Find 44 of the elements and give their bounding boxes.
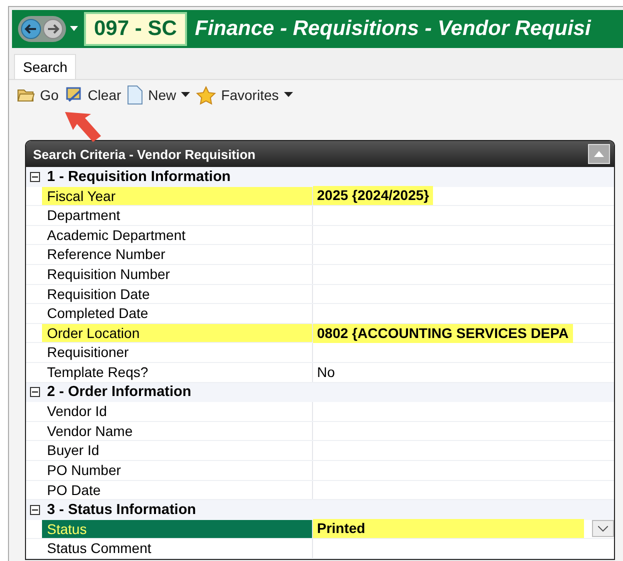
eraser-icon — [64, 86, 83, 104]
module-code: 097 - SC — [84, 12, 187, 46]
field-label[interactable]: Status — [42, 520, 313, 538]
up-arrow-icon — [594, 151, 604, 157]
folder-icon — [17, 87, 35, 103]
field-label[interactable]: Template Reqs? — [42, 362, 313, 382]
chevron-down-icon — [598, 526, 608, 532]
field-value[interactable]: 2025 {2024/2025} — [313, 186, 434, 206]
caret-icon — [284, 92, 293, 98]
field-label[interactable]: PO Number — [42, 460, 313, 480]
field-label[interactable]: Status Comment — [42, 539, 313, 558]
field-label[interactable]: Vendor Name — [42, 422, 313, 440]
field-label[interactable]: Academic Department — [42, 226, 313, 244]
field-label[interactable]: Requisitioner — [42, 343, 313, 362]
caret-icon — [181, 92, 190, 98]
collapse-icon[interactable] — [30, 172, 40, 182]
dropdown-button[interactable] — [592, 520, 614, 538]
toolbar-button[interactable]: Clear — [64, 85, 122, 105]
field-label[interactable]: Fiscal Year — [42, 186, 313, 206]
back-icon[interactable] — [21, 19, 41, 39]
field-label[interactable]: Vendor Id — [42, 402, 313, 421]
tab[interactable]: Search — [14, 54, 76, 79]
toolbar-button[interactable]: Go — [17, 85, 59, 105]
forward-icon[interactable] — [43, 19, 63, 39]
toolbar-button[interactable]: Favorites — [196, 85, 293, 105]
field-value[interactable]: 0802 {ACCOUNTING SERVICES DEPA — [313, 324, 573, 343]
field-label[interactable]: Department — [42, 206, 313, 225]
field-label[interactable]: PO Date — [42, 480, 313, 500]
field-label[interactable]: Reference Number — [42, 245, 313, 264]
field-value[interactable]: No — [313, 362, 339, 382]
window-title: Finance - Requisitions - Vendor Requisi — [194, 17, 591, 41]
collapse-icon[interactable] — [30, 387, 40, 398]
field-label[interactable]: Order Location — [42, 324, 313, 342]
panel-title: Search Criteria - Vendor Requisition — [33, 146, 256, 162]
toolbar-button[interactable]: New — [127, 85, 190, 105]
field-label[interactable]: Requisition Date — [42, 284, 313, 304]
collapse-icon[interactable] — [30, 504, 40, 515]
document-icon — [127, 85, 144, 105]
star-icon — [196, 86, 216, 104]
field-value[interactable]: Printed — [313, 519, 584, 538]
field-label[interactable]: Completed Date — [42, 304, 313, 323]
field-label[interactable]: Requisition Number — [42, 264, 313, 284]
field-label[interactable]: Buyer Id — [42, 441, 313, 460]
dropdown-arrow-icon[interactable] — [70, 26, 78, 32]
